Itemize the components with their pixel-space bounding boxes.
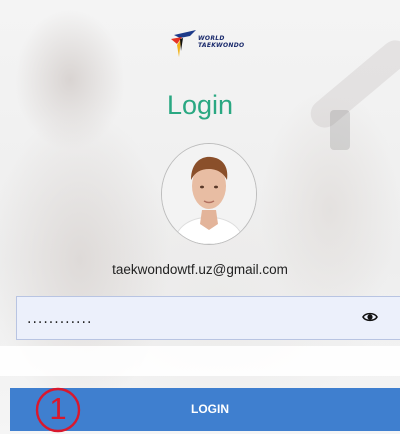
logo-line-2: TAEKWONDO	[198, 42, 245, 49]
page-title: Login	[166, 90, 234, 120]
step-number: 1	[49, 391, 67, 426]
login-screen: WORLD TAEKWONDO Login taekwondowtf.uz@gm…	[0, 0, 400, 434]
user-email: taekwondowtf.uz@gmail.com	[112, 262, 288, 277]
user-photo	[162, 144, 256, 244]
logo-text: WORLD TAEKWONDO	[198, 35, 244, 49]
logo-line-1: WORLD	[198, 35, 225, 42]
password-input[interactable]	[25, 307, 349, 331]
password-field[interactable]	[16, 296, 400, 340]
eye-icon[interactable]	[362, 311, 378, 323]
world-taekwondo-logo: WORLD TAEKWONDO	[168, 27, 258, 63]
divider-band	[0, 346, 400, 376]
logo-mark-icon	[171, 30, 196, 57]
step-marker: 1	[33, 387, 83, 433]
avatar	[161, 143, 257, 245]
